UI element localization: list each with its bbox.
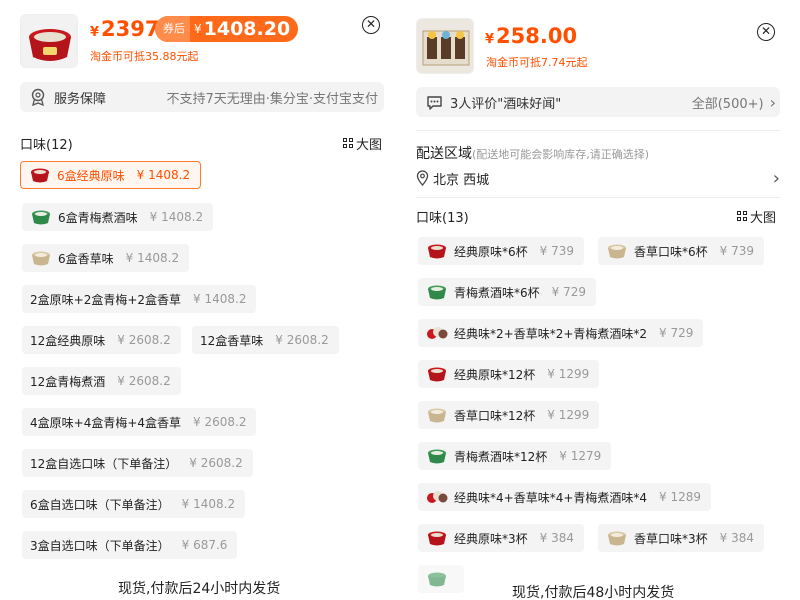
chevron-right-icon: › [772, 167, 780, 189]
coin-deduction-text: 淘金币可抵7.74元起 [486, 56, 588, 69]
option-chip-greenplum-6[interactable]: 青梅煮酒味*6杯 ¥ 729 [418, 278, 596, 306]
flavor-section-title: 口味(12) [20, 138, 73, 153]
green-cup-icon [32, 210, 50, 225]
beige-cup-icon [428, 408, 446, 423]
big-picture-toggle[interactable]: 大图 [737, 207, 776, 226]
option-chip-mix-4[interactable]: 经典味*4+香草味*4+青梅煮酒味*4 ¥ 1289 [418, 483, 712, 511]
comment-icon [427, 95, 442, 110]
gift-box-image [417, 19, 473, 73]
product-thumbnail [416, 18, 474, 74]
red-cup-icon [428, 531, 446, 546]
review-all-link[interactable]: 全部(500+) [692, 93, 764, 112]
divider [416, 130, 780, 131]
grid-icon [343, 138, 354, 149]
beige-cup-icon [32, 251, 50, 266]
option-chip-classic-6[interactable]: 经典原味*6杯 ¥ 739 [418, 237, 584, 265]
option-chip-vanilla-6[interactable]: 香草口味*6杯 ¥ 739 [598, 237, 764, 265]
product-price: ¥258.00 [485, 24, 578, 48]
option-chip-6-vanilla[interactable]: 6盒香草味 ¥ 1408.2 [22, 244, 190, 272]
red-cup-icon [428, 244, 446, 259]
delivery-location-row[interactable]: 北京 西城 › [416, 167, 780, 189]
divider [416, 197, 780, 198]
coin-deduction-text: 淘金币可抵35.88元起 [90, 50, 199, 63]
green-cup-icon [428, 449, 446, 464]
option-chip-partial[interactable] [418, 565, 464, 593]
review-summary-row[interactable]: 3人评价"酒味好闻" 全部(500+) › [416, 87, 780, 117]
service-detail: 不支持7天无理由·集分宝·支付宝支付 [166, 91, 378, 107]
shipping-note: 现货,付款后48小时内发货 [512, 585, 675, 600]
delivery-hint: (配送地可能会影响库存,请正确选择) [472, 148, 650, 161]
option-chip-classic-12[interactable]: 经典原味*12杯 ¥ 1299 [418, 360, 600, 388]
beige-cup-icon [608, 244, 626, 259]
option-chip-mix-2[interactable]: 经典味*2+香草味*2+青梅煮酒味*2 ¥ 729 [418, 319, 704, 347]
grid-icon [737, 211, 748, 222]
option-chip-6-classic[interactable]: 6盒经典原味 ¥ 1408.2 [20, 161, 202, 189]
option-chip-12-vanilla[interactable]: 12盒香草味 ¥ 2608.2 [192, 326, 339, 354]
product-thumbnail [20, 14, 78, 68]
original-price: ¥2397 [90, 17, 160, 41]
location-pin-icon [416, 170, 429, 186]
shipping-note: 现货,付款后24小时内发货 [118, 581, 281, 597]
option-chip-3-custom[interactable]: 3盒自选口味（下单备注） ¥ 687.6 [22, 531, 238, 559]
option-chip-6-greenplum[interactable]: 6盒青梅煮酒味 ¥ 1408.2 [22, 203, 214, 231]
coupon-tag: 券后 [155, 16, 190, 42]
flavor-section-title: 口味(13) [416, 211, 469, 226]
option-chip-12-classic[interactable]: 12盒经典原味 ¥ 2608.2 [22, 326, 181, 354]
option-chip-4-each[interactable]: 4盒原味+4盒青梅+4盒香草 ¥ 2608.2 [22, 408, 257, 436]
chevron-right-icon: › [769, 92, 776, 112]
option-chip-vanilla-12[interactable]: 香草口味*12杯 ¥ 1299 [418, 401, 600, 429]
service-label: 服务保障 [54, 91, 107, 107]
coupon-price-badge: 券后 ¥ 1408.20 [155, 16, 299, 42]
close-icon[interactable]: ✕ [757, 23, 775, 41]
review-highlight: 3人评价"酒味好闻" [450, 96, 562, 112]
service-guarantee-row[interactable]: 服务保障 不支持7天无理由·集分宝·支付宝支付 [20, 82, 384, 112]
red-cup-icon [428, 367, 446, 382]
mixed-cups-icon [427, 327, 448, 339]
mixed-cups-icon [427, 491, 448, 503]
green-cup-icon [428, 572, 446, 587]
option-chip-12-custom[interactable]: 12盒自选口味（下单备注） ¥ 2608.2 [22, 449, 253, 477]
badge-icon [31, 88, 45, 106]
delivery-area-title: 配送区域(配送地可能会影响库存,请正确选择) [416, 146, 650, 162]
big-picture-toggle[interactable]: 大图 [343, 134, 382, 153]
beige-cup-icon [608, 531, 626, 546]
option-chip-2-each[interactable]: 2盒原味+2盒青梅+2盒香草 ¥ 1408.2 [22, 285, 257, 313]
option-chip-6-custom[interactable]: 6盒自选口味（下单备注） ¥ 1408.2 [22, 490, 246, 518]
delivery-location: 北京 西城 [433, 172, 490, 188]
green-cup-icon [428, 285, 446, 300]
option-chip-classic-3[interactable]: 经典原味*3杯 ¥ 384 [418, 524, 584, 552]
coupon-price: 1408.20 [203, 18, 291, 40]
close-icon[interactable]: ✕ [362, 16, 380, 34]
option-chip-12-greenplum[interactable]: 12盒青梅煮酒 ¥ 2608.2 [22, 367, 181, 395]
option-chip-greenplum-12[interactable]: 青梅煮酒味*12杯 ¥ 1279 [418, 442, 612, 470]
red-cup-image [21, 15, 77, 67]
right-sku-panel: ¥258.00 淘金币可抵7.74元起 ✕ 3人评价"酒味好闻" 全部(500+… [408, 0, 800, 600]
option-chip-vanilla-3[interactable]: 香草口味*3杯 ¥ 384 [598, 524, 764, 552]
left-sku-panel: ¥2397 券后 ¥ 1408.20 淘金币可抵35.88元起 ✕ 服务保障 不… [0, 0, 400, 600]
red-cup-icon [31, 168, 49, 183]
